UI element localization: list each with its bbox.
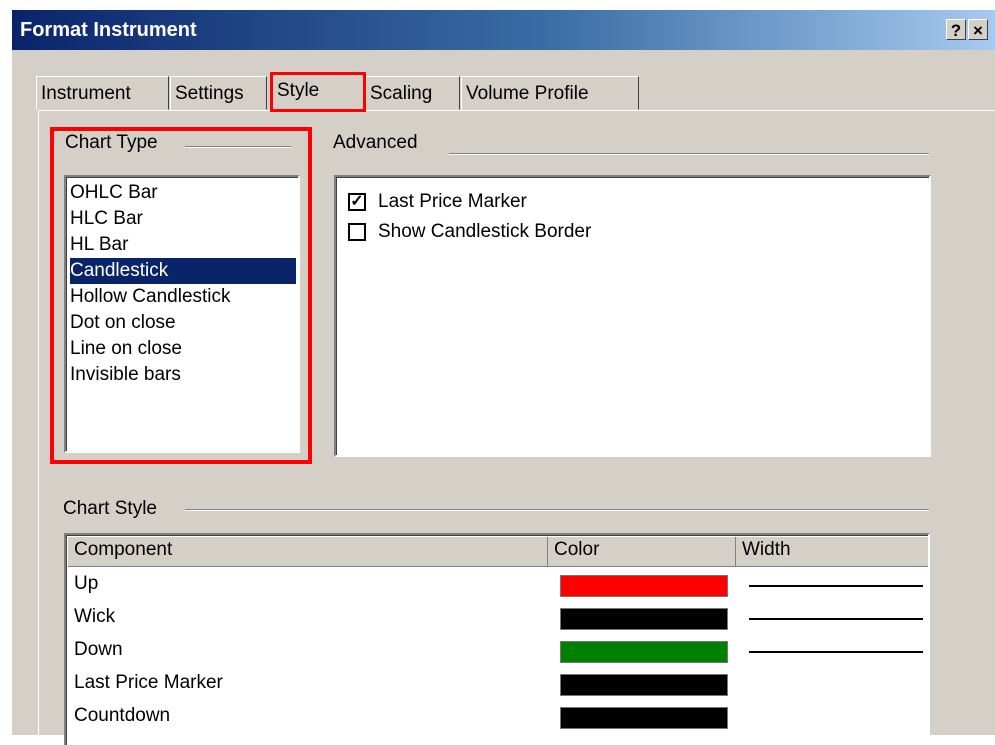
- tab-style[interactable]: Style: [270, 72, 366, 112]
- last-price-marker-checkbox[interactable]: ✓: [348, 193, 366, 211]
- row-countdown-label: Countdown: [74, 705, 171, 726]
- tab-instrument[interactable]: Instrument: [36, 76, 169, 110]
- component-column-header[interactable]: Component: [68, 537, 548, 567]
- format-instrument-dialog: Format Instrument ? × Instrument Setting…: [12, 10, 995, 745]
- tab-volume-profile[interactable]: Volume Profile: [461, 76, 639, 110]
- down-width-line[interactable]: [749, 651, 923, 653]
- wick-width-line[interactable]: [749, 618, 923, 620]
- up-width-line[interactable]: [749, 585, 923, 587]
- row-down-label: Down: [74, 639, 123, 660]
- row-last-price-marker-label: Last Price Marker: [74, 672, 223, 693]
- row-wick-label: Wick: [74, 606, 116, 627]
- show-candlestick-border-label: Show Candlestick Border: [378, 221, 592, 242]
- wick-color-swatch[interactable]: [560, 608, 728, 630]
- down-color-swatch[interactable]: [560, 641, 728, 663]
- advanced-options-list: ✓ Last Price Marker Show Candlestick Bor…: [334, 175, 931, 457]
- show-candlestick-border-checkbox[interactable]: [348, 223, 366, 241]
- close-button[interactable]: ×: [968, 19, 988, 40]
- up-color-swatch[interactable]: [560, 575, 728, 597]
- advanced-group-line: [449, 153, 929, 155]
- color-column-header[interactable]: Color: [548, 537, 736, 567]
- row-up-label: Up: [74, 573, 99, 594]
- chart-style-group-line: [185, 509, 929, 511]
- title-bar: Format Instrument ? ×: [12, 10, 995, 50]
- tab-settings[interactable]: Settings: [170, 76, 267, 110]
- chart-style-grid: Component Color Width Up Wick Down Last …: [64, 533, 930, 745]
- tab-scaling[interactable]: Scaling: [365, 76, 460, 110]
- last-price-marker-label: Last Price Marker: [378, 191, 527, 212]
- countdown-color-swatch[interactable]: [560, 707, 728, 729]
- help-button[interactable]: ?: [946, 19, 966, 40]
- chart-style-group-label: Chart Style: [63, 498, 157, 519]
- chart-type-highlight-frame: [50, 127, 312, 464]
- window-title: Format Instrument: [20, 19, 197, 41]
- advanced-group-label: Advanced: [333, 132, 418, 153]
- width-column-header[interactable]: Width: [736, 537, 928, 567]
- last-price-marker-color-swatch[interactable]: [560, 674, 728, 696]
